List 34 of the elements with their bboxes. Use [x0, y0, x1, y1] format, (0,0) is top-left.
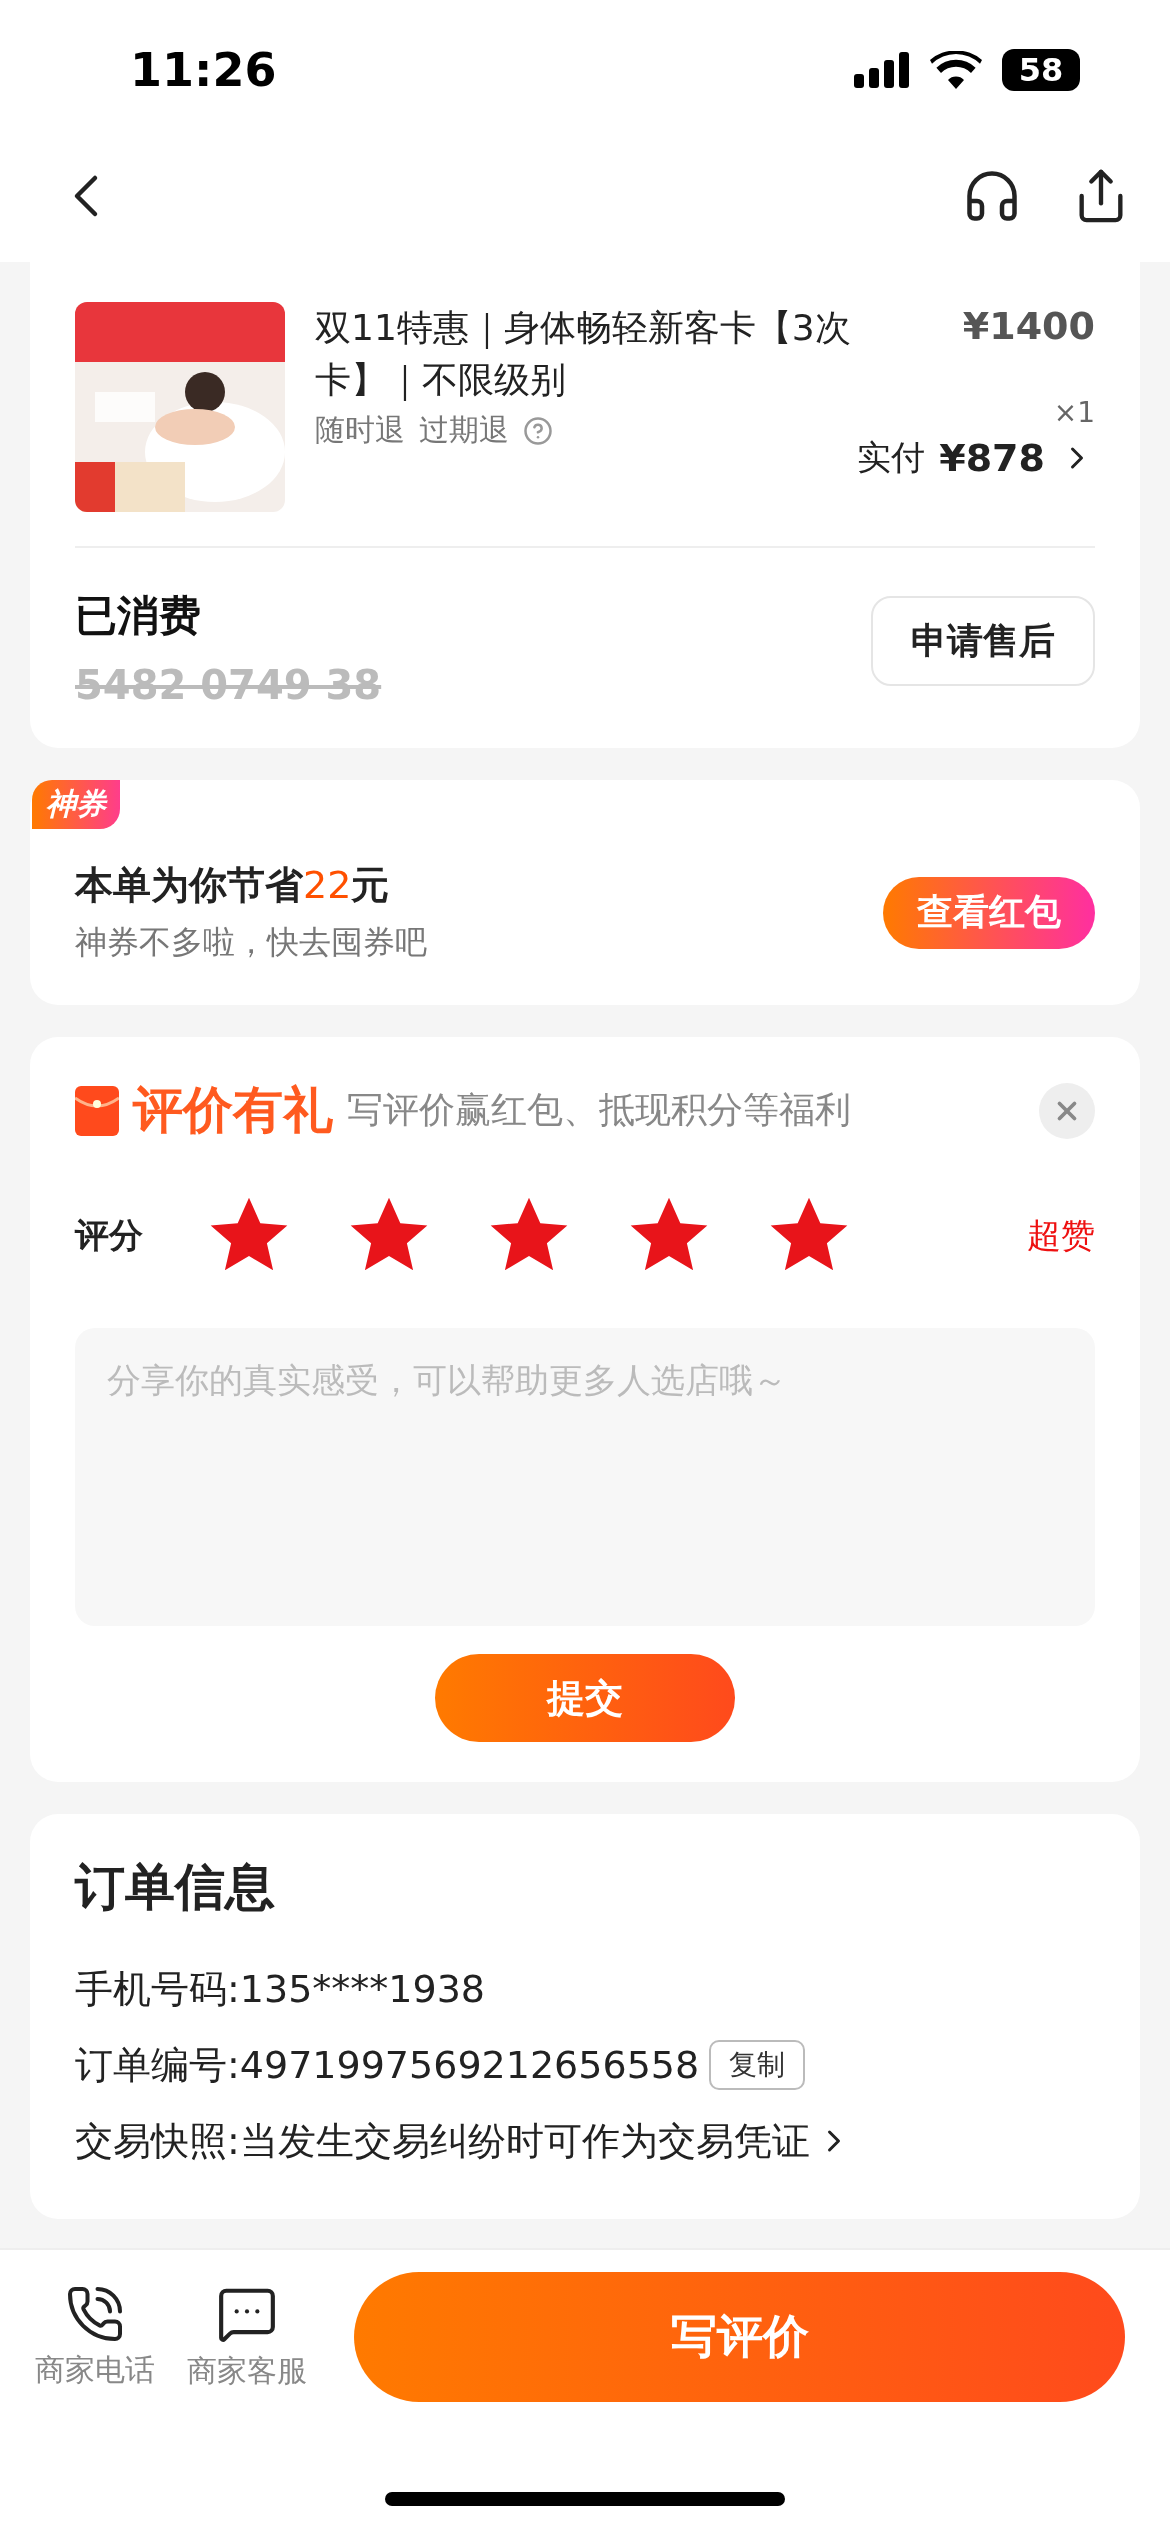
- view-coupons-button[interactable]: 查看红包: [883, 876, 1095, 949]
- rating-text: 超赞: [1027, 1214, 1095, 1257]
- after-sales-button[interactable]: 申请售后: [871, 596, 1095, 686]
- order-number: 订单编号:4971997569212656558: [75, 2041, 700, 2089]
- voucher-code: 5482 0749 38: [75, 662, 382, 708]
- refund-tag: 随时退: [315, 410, 405, 451]
- savings-title: 本单为你节省22元: [75, 862, 391, 909]
- envelope-icon: [75, 1085, 119, 1136]
- order-info-title: 订单信息: [75, 1857, 276, 1918]
- signal-icon: [854, 52, 910, 88]
- write-review-button[interactable]: 写评价: [354, 2272, 1125, 2402]
- submit-button[interactable]: 提交: [435, 1654, 735, 1742]
- help-icon[interactable]: [523, 415, 553, 446]
- paid-amount: ¥878: [939, 436, 1045, 480]
- review-subtitle: 写评价赢红包、抵现积分等福利: [347, 1088, 852, 1132]
- rating-label: 评分: [75, 1214, 144, 1257]
- quantity: ×1: [1053, 396, 1095, 429]
- status-time: 11:26: [130, 43, 277, 97]
- review-input[interactable]: 分享你的真实感受，可以帮助更多人选店哦～: [75, 1328, 1095, 1626]
- consumption-status: 已消费: [75, 590, 202, 642]
- snapshot-link[interactable]: 交易快照:当发生交易纠纷时可作为交易凭证: [75, 2115, 852, 2167]
- wifi-icon: [930, 51, 982, 89]
- paid-label: 实付: [857, 436, 926, 479]
- battery-icon: 58: [1002, 49, 1080, 91]
- product-title: 双11特惠｜身体畅轻新客卡【3次卡】｜不限级别: [315, 306, 852, 403]
- coupon-badge: 神券: [32, 780, 120, 829]
- order-info-text: 手机号码:135****1938: [75, 1965, 486, 2013]
- call-merchant-button[interactable]: 商家电话: [30, 2283, 160, 2391]
- savings-subtitle: 神券不多啦，快去囤券吧: [75, 922, 427, 963]
- product-price: ¥1400: [962, 304, 1095, 348]
- review-title: 评价有礼: [133, 1080, 333, 1141]
- refund-tag: 过期退: [419, 410, 509, 451]
- copy-button[interactable]: 复制: [709, 2040, 806, 2090]
- chat-merchant-button[interactable]: 商家客服: [182, 2282, 312, 2392]
